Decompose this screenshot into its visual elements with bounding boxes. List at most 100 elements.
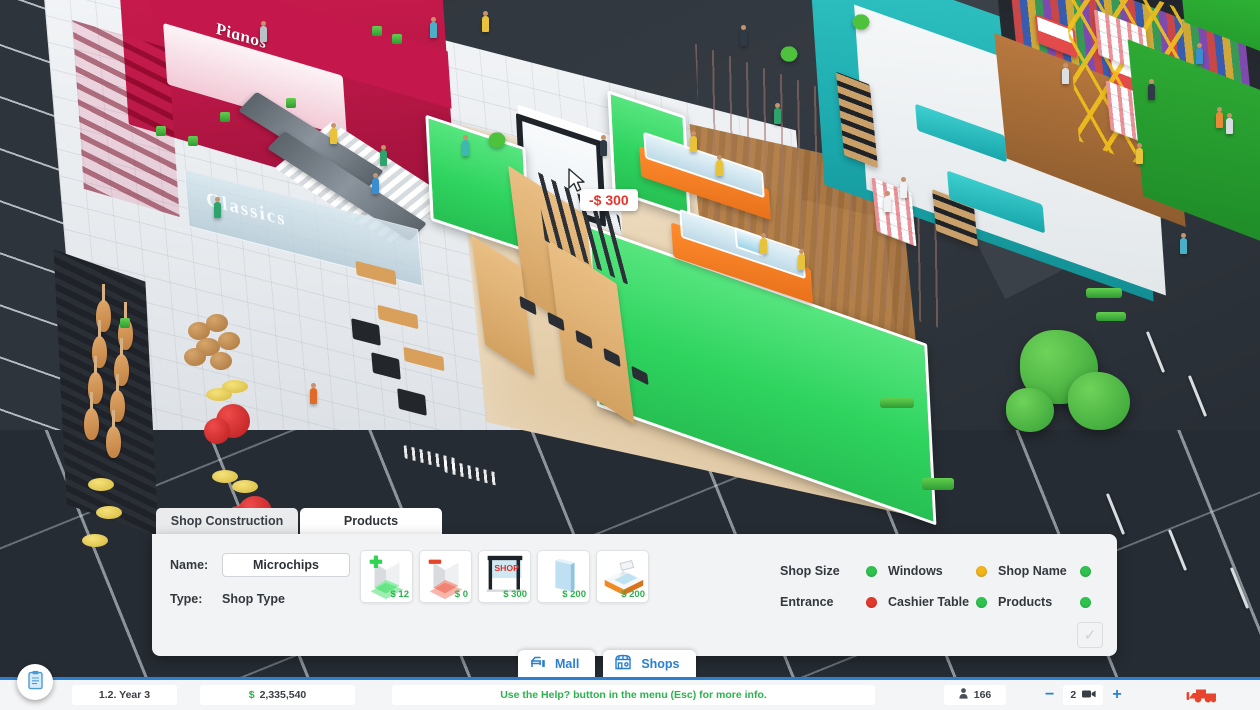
speed-decrease-button[interactable]: − — [1045, 687, 1054, 703]
money-amount: 2,335,540 — [259, 689, 307, 701]
guitar-item — [84, 392, 99, 440]
currency-symbol: $ — [248, 689, 255, 701]
req-label-cashier-table: Cashier Table — [888, 595, 970, 609]
shopper — [1062, 63, 1069, 84]
tool-remove-wall[interactable]: $ 0 — [419, 550, 472, 603]
speed-increase-button[interactable]: + — [1112, 687, 1121, 703]
tom-drum — [218, 332, 240, 350]
req-dot-cashier-table — [976, 596, 987, 608]
shopper — [330, 123, 337, 144]
req-dot-products — [1080, 596, 1091, 608]
hedge — [880, 398, 914, 408]
tool-price: $ 0 — [454, 589, 468, 600]
speed-controls: − 2 + — [1045, 685, 1122, 705]
shopper — [884, 191, 891, 212]
confirm-button[interactable]: ✓ — [1077, 622, 1103, 648]
planter — [120, 318, 130, 328]
planter — [286, 98, 296, 108]
tab-products[interactable]: Products — [300, 508, 442, 534]
tab-shops[interactable]: Shops — [603, 650, 696, 677]
shopper — [1216, 107, 1223, 128]
pianos-interior-shelves — [72, 20, 180, 217]
panel-tabs: Shop Construction Products — [152, 508, 1117, 534]
req-dot-windows — [976, 565, 987, 577]
type-row: Type: Shop Type — [170, 586, 360, 612]
guitar-item — [106, 410, 121, 458]
svg-text:SHOP: SHOP — [494, 563, 519, 573]
name-label: Name: — [170, 558, 209, 572]
tab-shops-label: Shops — [641, 656, 680, 671]
shop-construction-panel: Shop Construction Products Name: Type: S… — [152, 508, 1117, 656]
shop-info-fields: Name: Type: Shop Type — [170, 548, 360, 656]
shopper — [740, 25, 747, 46]
hedge — [1086, 288, 1122, 298]
speed-value: 2 — [1070, 689, 1077, 701]
tab-mall-label: Mall — [555, 656, 580, 671]
tab-mall[interactable]: Mall — [518, 650, 596, 677]
cymbal-item — [96, 506, 122, 519]
shopper — [1226, 113, 1233, 134]
help-hint: Use the Help? button in the menu (Esc) f… — [392, 685, 875, 705]
tool-shop-sign[interactable]: SHOP $ 300 — [478, 550, 531, 603]
shopper — [430, 17, 437, 38]
shopper — [1148, 79, 1155, 100]
shopper — [260, 21, 267, 42]
cymbal-item — [88, 478, 114, 491]
employee — [798, 249, 805, 270]
tool-cashier-table[interactable]: $ 200 — [596, 550, 649, 603]
tool-price: $ 200 — [621, 589, 645, 600]
person-icon — [959, 688, 968, 702]
cymbal-item — [222, 380, 248, 393]
planter — [220, 112, 230, 122]
employee — [690, 131, 697, 152]
planter — [392, 34, 402, 44]
tool-price: $ 200 — [562, 589, 586, 600]
shopper — [1196, 43, 1203, 64]
shop-name-input[interactable] — [222, 553, 350, 577]
camera-icon — [1082, 689, 1096, 702]
bulldozer-button[interactable] — [1186, 683, 1220, 708]
shopper — [600, 135, 607, 156]
drum-kit — [204, 418, 230, 444]
shopper — [482, 11, 489, 32]
shopper — [372, 173, 379, 194]
planter — [156, 126, 166, 136]
price-indicator: -$ 300 — [580, 189, 638, 211]
tom-drum — [206, 314, 228, 332]
shopper — [462, 135, 469, 156]
shopper — [380, 145, 387, 166]
date-display: 1.2. Year 3 — [72, 685, 177, 705]
tool-build-wall[interactable]: $ 12 — [360, 550, 413, 603]
tree — [1068, 372, 1130, 430]
req-dot-shop-size — [866, 565, 877, 577]
tool-price: $ 300 — [503, 589, 527, 600]
game-window: Pianos Classics -$ 300 Shop Construction… — [0, 0, 1260, 710]
tom-drum — [210, 352, 232, 370]
visitor-counter: 166 — [944, 685, 1006, 705]
req-label-products: Products — [998, 595, 1053, 609]
status-bar: 1.2. Year 3 $ 2,335,540 Use the Help? bu… — [0, 677, 1260, 710]
clipboard-icon — [27, 670, 44, 695]
palm-plant — [484, 128, 510, 148]
planter — [372, 26, 382, 36]
bench-icon — [529, 654, 546, 673]
req-dot-shop-name — [1080, 565, 1091, 577]
reports-button[interactable] — [17, 664, 53, 700]
tab-shop-construction[interactable]: Shop Construction — [156, 508, 298, 534]
cymbal-item — [82, 534, 108, 547]
req-label-windows: Windows — [888, 564, 943, 578]
mouse-cursor — [568, 168, 586, 194]
req-label-entrance: Entrance — [780, 595, 834, 609]
speed-display: 2 — [1063, 685, 1104, 705]
shopper — [1180, 233, 1187, 254]
type-label: Type: — [170, 592, 203, 606]
panel-body: Name: Type: Shop Type — [152, 534, 1117, 656]
tool-window[interactable]: $ 200 — [537, 550, 590, 603]
construction-tools: $ 12 $ 0 SHOP $ 300 $ 200 $ 200 — [360, 548, 649, 656]
shop-type-value[interactable]: Shop Type — [222, 592, 285, 606]
shopper — [774, 103, 781, 124]
planter — [188, 136, 198, 146]
shop-building-icon — [614, 654, 632, 673]
employee — [716, 155, 723, 176]
shopper — [214, 197, 221, 218]
